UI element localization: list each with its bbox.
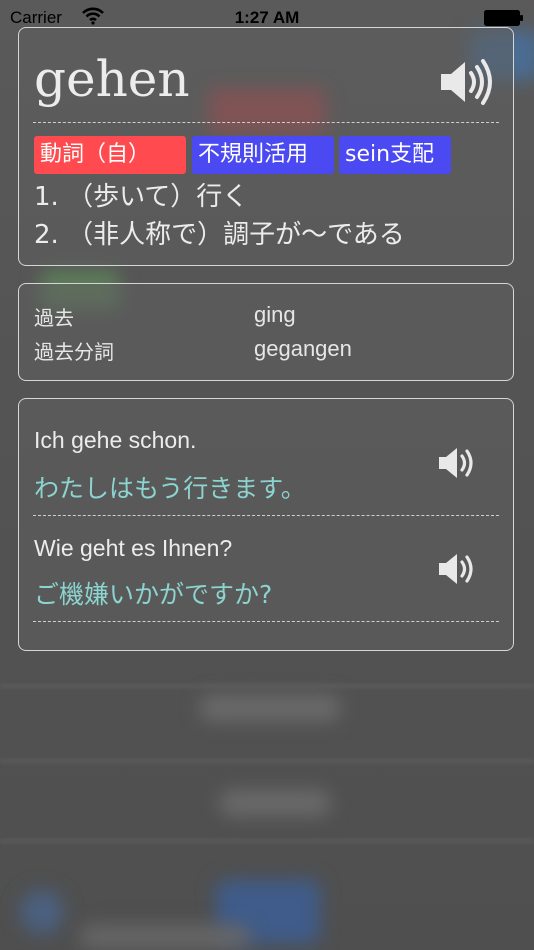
- example-japanese: わたしはもう行きます。: [34, 474, 306, 503]
- divider: [33, 515, 499, 516]
- speaker-icon[interactable]: [439, 56, 493, 108]
- form-row-past-participle: 過去分詞 gegangen: [34, 336, 494, 366]
- background-bottom-left-icon-blur: [20, 890, 64, 934]
- form-value: gegangen: [254, 336, 352, 361]
- example-japanese: ご機嫌いかがですか?: [34, 580, 273, 609]
- divider: [33, 621, 499, 622]
- conjugation-card: 過去 ging 過去分詞 gegangen: [18, 283, 514, 381]
- speaker-icon[interactable]: [437, 443, 479, 483]
- divider: [33, 122, 499, 123]
- form-value: ging: [254, 302, 296, 327]
- example-german: Wie geht es Ihnen?: [34, 535, 233, 561]
- examples-card: Ich gehe schon. わたしはもう行きます。 Wie geht es …: [18, 398, 514, 651]
- speaker-icon[interactable]: [437, 549, 479, 589]
- tag-irregular: 不規則活用: [192, 136, 334, 174]
- background-row-blur: [200, 695, 340, 721]
- meaning-item: 1. （歩いて）行く: [34, 182, 249, 212]
- background-lektion-blur: [80, 925, 250, 949]
- background-divider: [0, 760, 534, 762]
- background-divider: [0, 840, 534, 842]
- meaning-item: 2. （非人称で）調子が～である: [34, 220, 405, 250]
- headword: gehen: [34, 50, 190, 108]
- form-label: 過去: [34, 306, 74, 330]
- word-card: gehen 動詞（自） 不規則活用 sein支配 1. （歩いて）行く 2. （…: [18, 27, 514, 266]
- example-german: Ich gehe schon.: [34, 427, 197, 453]
- form-label: 過去分詞: [34, 340, 114, 364]
- background-divider: [0, 685, 534, 687]
- battery-icon: [484, 10, 523, 26]
- form-row-past: 過去 ging: [34, 302, 494, 332]
- tag-auxiliary: sein支配: [339, 136, 451, 174]
- background-row-blur: [220, 790, 330, 816]
- tag-part-of-speech: 動詞（自）: [34, 136, 186, 174]
- status-time: 1:27 AM: [234, 8, 300, 27]
